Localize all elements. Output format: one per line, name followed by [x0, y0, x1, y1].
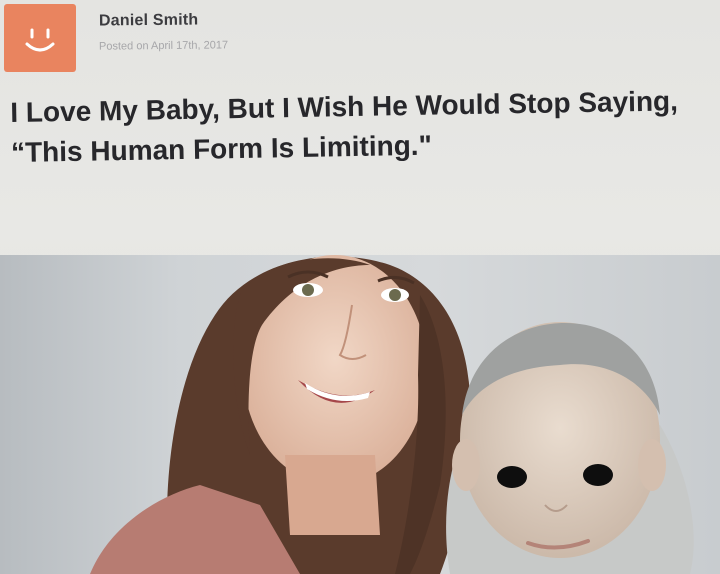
post-card: Daniel Smith Posted on April 17th, 2017 …: [0, 0, 720, 574]
post-header: Daniel Smith Posted on April 17th, 2017: [0, 0, 720, 82]
post-date: Posted on April 17th, 2017: [98, 39, 229, 53]
author-avatar[interactable]: [4, 4, 76, 72]
post-headline[interactable]: I Love My Baby, But I Wish He Would Stop…: [10, 81, 711, 173]
smiley-face-icon: [25, 28, 55, 52]
post-photo[interactable]: [0, 255, 720, 574]
baby-figure: [446, 322, 694, 574]
author-name[interactable]: Daniel Smith: [99, 11, 198, 30]
woman-figure: [90, 255, 470, 574]
